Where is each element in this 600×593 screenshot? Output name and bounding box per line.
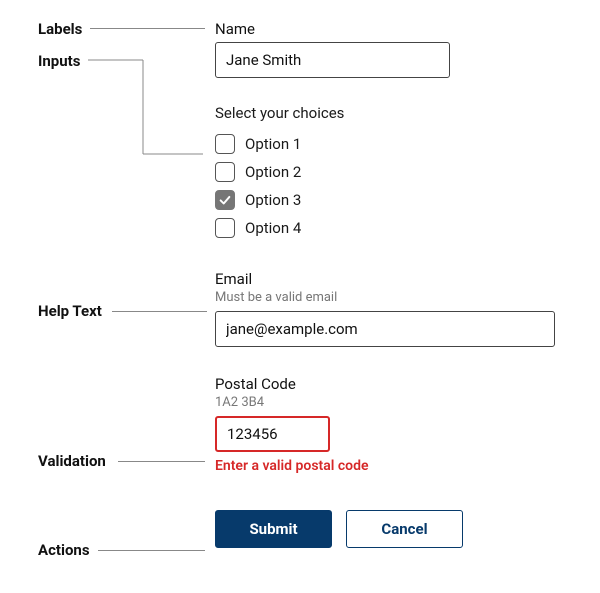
checkbox-row: Option 1 bbox=[215, 130, 555, 158]
annotation-line bbox=[118, 461, 205, 462]
postal-label: Postal Code bbox=[215, 375, 555, 393]
postal-error-text: Enter a valid postal code bbox=[215, 458, 555, 474]
checkbox-option-3[interactable] bbox=[215, 190, 235, 210]
annotation-labels: Labels bbox=[38, 20, 82, 38]
postal-help-text: 1A2 3B4 bbox=[215, 395, 555, 410]
annotation-inputs: Inputs bbox=[38, 52, 80, 70]
choices-group: Select your choices Option 1 Option 2 Opti… bbox=[215, 104, 555, 242]
annotation-actions: Actions bbox=[38, 541, 90, 559]
annotation-line bbox=[90, 28, 205, 29]
annotation-bracket bbox=[88, 52, 208, 162]
checkbox-label: Option 4 bbox=[245, 219, 301, 237]
form-actions: Submit Cancel bbox=[215, 510, 555, 548]
cancel-button[interactable]: Cancel bbox=[346, 510, 463, 548]
postal-input[interactable] bbox=[215, 416, 330, 452]
checkbox-option-4[interactable] bbox=[215, 218, 235, 238]
check-icon bbox=[218, 193, 232, 207]
submit-button[interactable]: Submit bbox=[215, 510, 332, 548]
annotation-help-text: Help Text bbox=[38, 302, 102, 320]
annotation-line bbox=[98, 550, 205, 551]
checkbox-option-1[interactable] bbox=[215, 134, 235, 154]
annotation-line bbox=[112, 311, 207, 312]
checkbox-label: Option 3 bbox=[245, 191, 301, 209]
checkbox-label: Option 2 bbox=[245, 163, 301, 181]
email-input[interactable] bbox=[215, 311, 555, 347]
annotation-validation: Validation bbox=[38, 452, 106, 470]
checkbox-label: Option 1 bbox=[245, 135, 301, 153]
choices-title: Select your choices bbox=[215, 104, 555, 122]
email-help-text: Must be a valid email bbox=[215, 290, 555, 305]
checkbox-row: Option 2 bbox=[215, 158, 555, 186]
checkbox-row: Option 3 bbox=[215, 186, 555, 214]
checkbox-row: Option 4 bbox=[215, 214, 555, 242]
name-input[interactable] bbox=[215, 42, 450, 78]
checkbox-option-2[interactable] bbox=[215, 162, 235, 182]
email-label: Email bbox=[215, 270, 555, 288]
name-label: Name bbox=[215, 20, 555, 38]
